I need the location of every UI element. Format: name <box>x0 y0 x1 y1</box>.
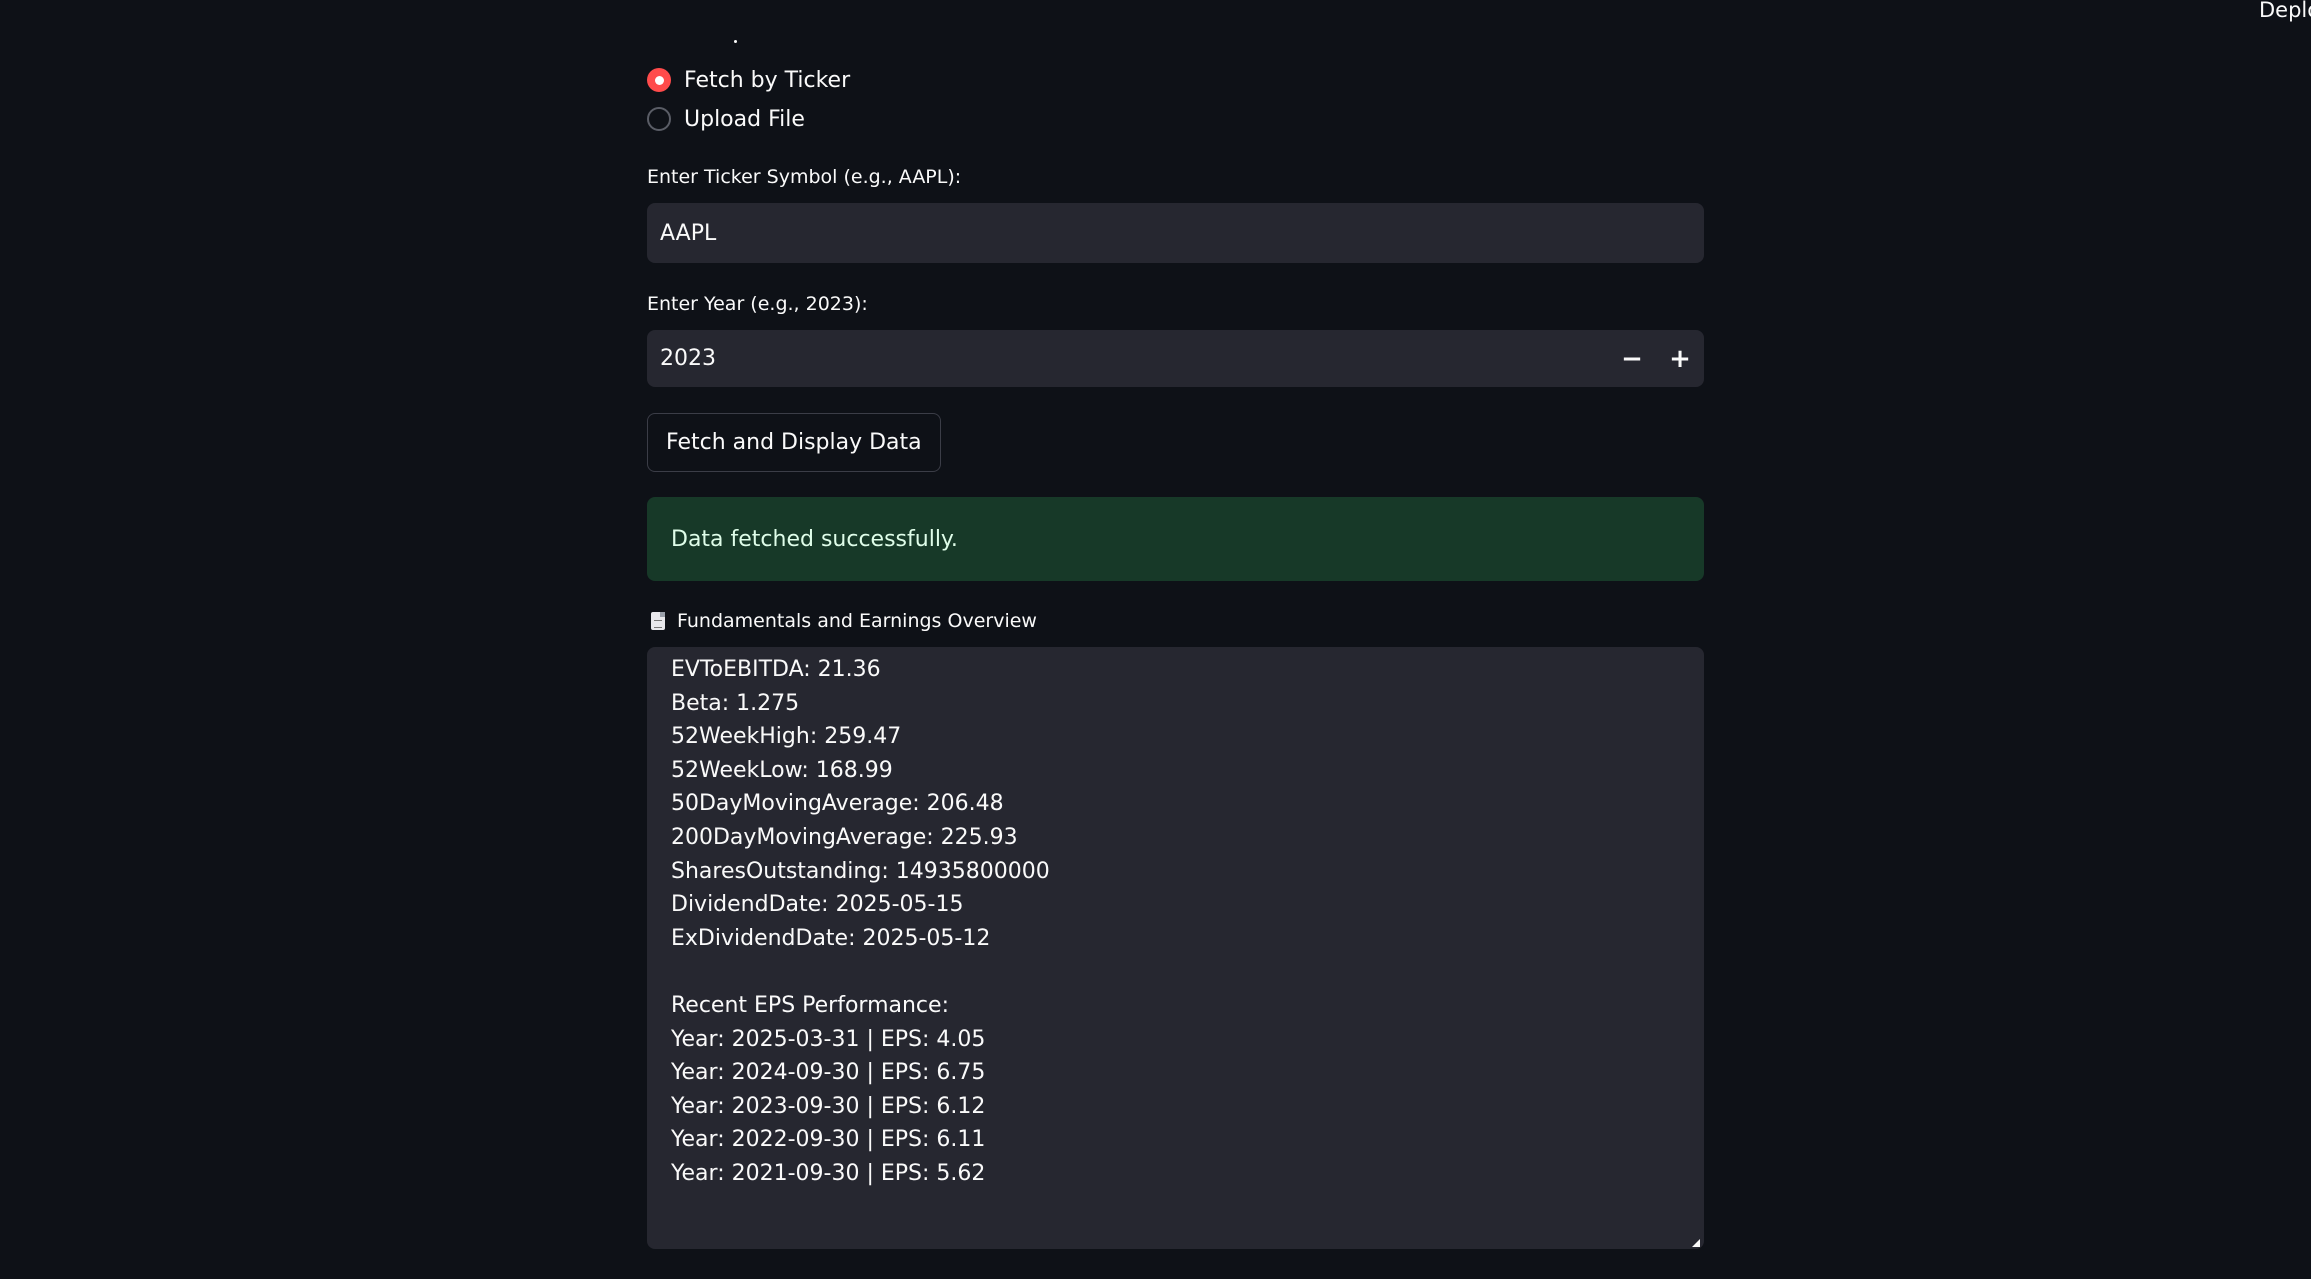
radio-fetch-by-ticker[interactable]: Fetch by Ticker <box>647 64 850 96</box>
overview-line: Recent EPS Performance: <box>671 992 949 1018</box>
overview-textarea[interactable]: EVToEBITDA: 21.36 Beta: 1.275 52WeekHigh… <box>647 647 1704 1249</box>
minus-icon[interactable]: − <box>1608 330 1656 387</box>
overview-line: 50DayMovingAverage: 206.48 <box>671 791 1004 817</box>
year-input[interactable]: 2023 <box>647 346 1608 371</box>
overview-line: Year: 2025-03-31 | EPS: 4.05 <box>671 1026 986 1052</box>
overview-line: Year: 2024-09-30 | EPS: 6.75 <box>671 1060 986 1086</box>
success-alert: Data fetched successfully. <box>647 497 1704 581</box>
ticker-label: Enter Ticker Symbol (e.g., AAPL): <box>647 166 962 188</box>
overview-line: 52WeekHigh: 259.47 <box>671 724 902 750</box>
radio-upload-file[interactable]: Upload File <box>647 103 805 135</box>
resize-handle-icon[interactable] <box>1692 1239 1700 1247</box>
ticker-input[interactable]: AAPL <box>647 203 1704 263</box>
plus-icon[interactable]: + <box>1656 330 1704 387</box>
app-page: Deploy Fetch by Ticker Upload File Enter… <box>0 0 2311 1279</box>
radio-label: Upload File <box>684 106 805 132</box>
overview-line: Year: 2021-09-30 | EPS: 5.62 <box>671 1160 986 1186</box>
fetch-and-display-button[interactable]: Fetch and Display Data <box>647 413 941 472</box>
deploy-button[interactable]: Deploy <box>2259 0 2311 22</box>
document-icon <box>651 612 665 630</box>
overview-line: EVToEBITDA: 21.36 <box>671 657 881 682</box>
overview-line: Year: 2022-09-30 | EPS: 6.11 <box>671 1127 986 1153</box>
overview-line: ExDividendDate: 2025-05-12 <box>671 925 991 951</box>
radio-selected-icon <box>647 68 671 92</box>
overview-line: Year: 2023-09-30 | EPS: 6.12 <box>671 1093 986 1119</box>
truncated-label-dot <box>734 40 737 43</box>
overview-line: DividendDate: 2025-05-15 <box>671 892 964 918</box>
overview-line: Beta: 1.275 <box>671 690 800 716</box>
overview-line: SharesOutstanding: 14935800000 <box>671 858 1050 884</box>
year-number-input: 2023 − + <box>647 330 1704 387</box>
overview-line: 200DayMovingAverage: 225.93 <box>671 824 1018 850</box>
radio-label: Fetch by Ticker <box>684 67 851 93</box>
overview-label-text: Fundamentals and Earnings Overview <box>677 610 1037 632</box>
radio-unselected-icon <box>647 107 671 131</box>
overview-line <box>671 955 1680 989</box>
overview-line: 52WeekLow: 168.99 <box>671 757 893 783</box>
overview-label: Fundamentals and Earnings Overview <box>651 610 1037 632</box>
year-label: Enter Year (e.g., 2023): <box>647 293 868 315</box>
